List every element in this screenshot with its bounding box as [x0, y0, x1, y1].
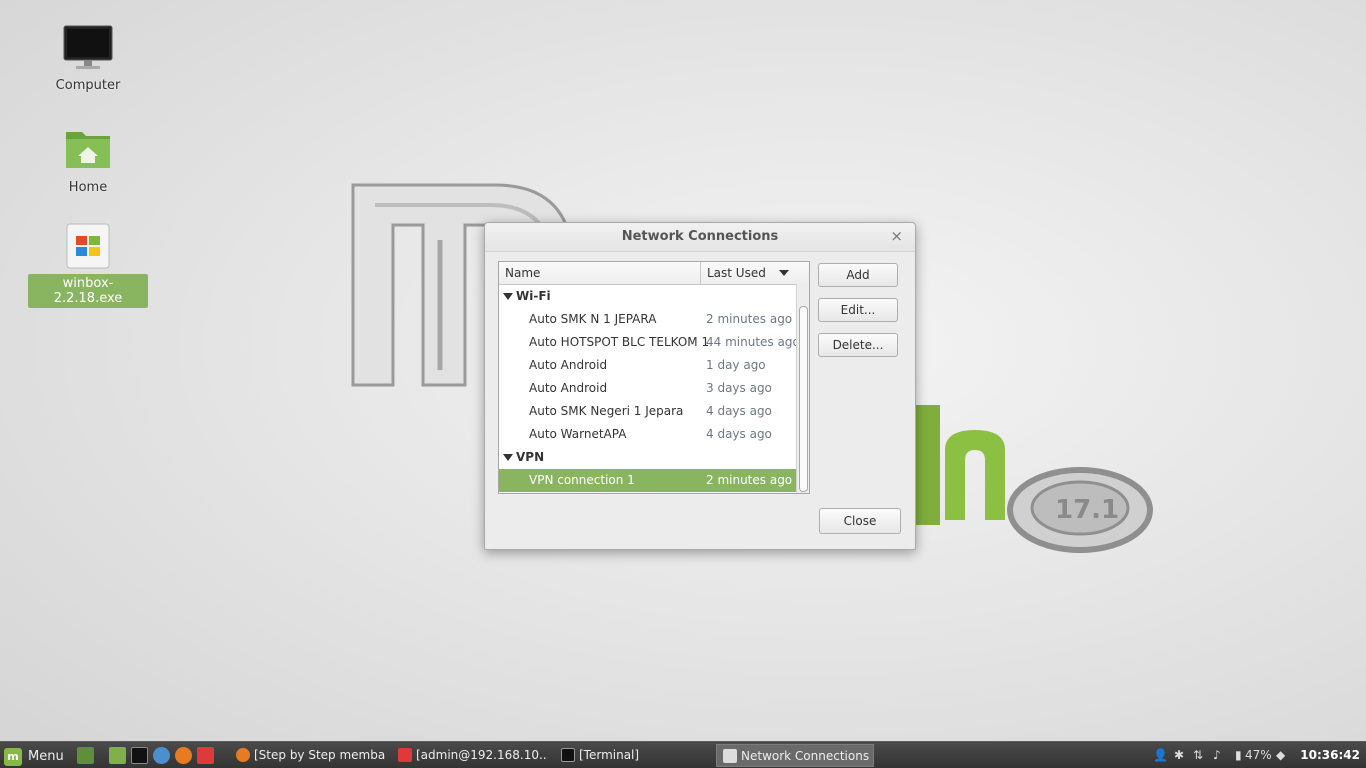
- version-emblem-icon: 17.1: [1055, 495, 1119, 525]
- task-label: [Step by Step memba...: [254, 748, 386, 762]
- group-label: Wi-Fi: [516, 289, 551, 303]
- connection-row[interactable]: Auto HOTSPOT BLC TELKOM 1 44 minutes ago: [499, 331, 800, 354]
- mint-logo-icon: m: [4, 747, 22, 766]
- windows-exe-icon: [62, 222, 114, 270]
- column-header-last-used[interactable]: Last Used: [701, 262, 797, 284]
- connection-last-used: 2 minutes ago: [706, 312, 793, 326]
- desktop-icon-computer[interactable]: Computer: [28, 24, 148, 95]
- close-button[interactable]: Close: [819, 508, 901, 534]
- connection-name: Auto SMK N 1 JEPARA: [529, 312, 657, 326]
- list-scrollbar[interactable]: [796, 284, 809, 493]
- column-header-last-used-label: Last Used: [707, 266, 766, 280]
- desktop-icon-label: Computer: [55, 78, 121, 93]
- taskbar: m Menu [Step by Step memba... [admin@192.…: [0, 741, 1366, 768]
- network-status-icon[interactable]: ⇅: [1193, 742, 1203, 768]
- connection-name: VPN connection 1: [529, 473, 635, 487]
- connection-name: Auto HOTSPOT BLC TELKOM 1: [529, 335, 710, 349]
- connection-row[interactable]: Auto SMK N 1 JEPARA 2 minutes ago: [499, 308, 796, 331]
- vivaldi-icon: [398, 748, 412, 762]
- connection-last-used: 4 days ago: [706, 427, 772, 441]
- dialog-titlebar[interactable]: Network Connections ×: [485, 223, 915, 252]
- expander-arrow-icon[interactable]: [503, 454, 513, 461]
- task-terminal[interactable]: [Terminal]: [555, 744, 711, 767]
- terminal-icon: [561, 748, 575, 762]
- close-icon[interactable]: ×: [890, 227, 903, 245]
- home-folder-icon: [62, 126, 114, 174]
- desktop-icon-label: Home: [68, 180, 108, 195]
- list-rows: Wi-Fi Auto SMK N 1 JEPARA 2 minutes ago …: [499, 285, 800, 492]
- network-connections-dialog: Network Connections × Name Last Used Wi-…: [484, 222, 916, 550]
- user-icon[interactable]: 👤: [1153, 742, 1168, 768]
- chromium-icon[interactable]: [153, 747, 170, 764]
- menu-button[interactable]: m Menu: [4, 746, 64, 766]
- connection-name: Auto Android: [529, 381, 608, 395]
- connection-last-used: 3 days ago: [706, 381, 772, 395]
- edit-button[interactable]: Edit...: [818, 298, 898, 322]
- group-label: VPN: [516, 450, 545, 464]
- desktop-icon-home[interactable]: Home: [28, 126, 148, 197]
- desktop-icon-label: winbox-2.2.18.exe: [28, 274, 148, 308]
- task-network-connections[interactable]: Network Connections: [716, 744, 874, 767]
- task-label: Network Connections: [741, 749, 870, 763]
- task-vivaldi[interactable]: [admin@192.168.10....: [392, 744, 548, 767]
- connection-last-used: 4 days ago: [706, 404, 772, 418]
- connection-row[interactable]: Auto Android 3 days ago: [499, 377, 796, 400]
- connection-last-used: 44 minutes ago: [706, 335, 800, 349]
- update-shield-icon[interactable]: ◆: [1276, 742, 1285, 768]
- connection-row[interactable]: Auto SMK Negeri 1 Jepara 4 days ago: [499, 400, 796, 423]
- clock[interactable]: 10:36:42: [1300, 742, 1360, 768]
- connection-name: Auto SMK Negeri 1 Jepara: [529, 404, 684, 418]
- bluetooth-icon[interactable]: ✱: [1174, 742, 1184, 768]
- group-row-wifi[interactable]: Wi-Fi: [499, 285, 796, 308]
- firefox-icon: [236, 748, 250, 762]
- wallpaper-mint-logo: 17.1: [910, 405, 1153, 553]
- network-icon: [723, 749, 737, 763]
- vivaldi-icon[interactable]: [197, 747, 214, 764]
- connection-name: Auto Android: [529, 358, 608, 372]
- desktop-icon-winbox[interactable]: winbox-2.2.18.exe: [28, 222, 148, 308]
- sort-descending-icon: [779, 270, 789, 276]
- show-desktop-icon[interactable]: [77, 747, 94, 764]
- task-label: [admin@192.168.10....: [416, 748, 548, 762]
- file-manager-icon[interactable]: [109, 747, 126, 764]
- add-button[interactable]: Add: [818, 263, 898, 287]
- group-row-vpn[interactable]: VPN: [499, 446, 796, 469]
- connection-row[interactable]: Auto Android 1 day ago: [499, 354, 796, 377]
- dialog-title: Network Connections: [621, 229, 779, 244]
- connection-last-used: 1 day ago: [706, 358, 766, 372]
- task-firefox[interactable]: [Step by Step memba...: [230, 744, 386, 767]
- connection-row[interactable]: Auto WarnetAPA 4 days ago: [499, 423, 796, 446]
- column-header-name[interactable]: Name: [499, 262, 701, 284]
- scrollbar-thumb[interactable]: [799, 306, 808, 492]
- connection-row-selected[interactable]: VPN connection 1 2 minutes ago: [499, 469, 796, 492]
- battery-percent: 47%: [1245, 748, 1272, 762]
- list-header: Name Last Used: [499, 262, 809, 285]
- task-label: [Terminal]: [579, 748, 640, 762]
- connection-last-used: 2 minutes ago: [706, 473, 793, 487]
- connection-name: Auto WarnetAPA: [529, 427, 627, 441]
- battery-icon[interactable]: ▮: [1235, 742, 1242, 768]
- expander-arrow-icon[interactable]: [503, 293, 513, 300]
- menu-label: Menu: [28, 748, 64, 764]
- delete-button[interactable]: Delete...: [818, 333, 898, 357]
- monitor-icon: [62, 24, 114, 72]
- firefox-icon[interactable]: [175, 747, 192, 764]
- terminal-icon[interactable]: [131, 747, 148, 764]
- volume-icon[interactable]: ♪: [1213, 742, 1221, 768]
- connections-list[interactable]: Name Last Used Wi-Fi Auto SMK N 1 JEPARA…: [498, 261, 810, 494]
